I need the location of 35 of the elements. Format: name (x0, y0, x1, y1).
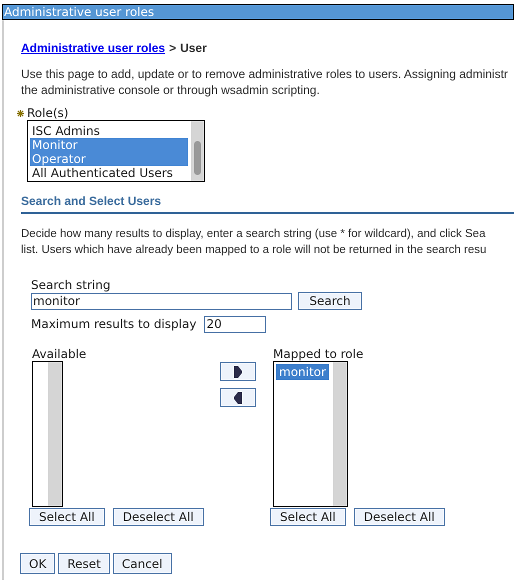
role-option[interactable]: Operator (30, 152, 188, 166)
roles-label: Role(s) (27, 106, 68, 120)
action-button[interactable]: OK (20, 553, 56, 574)
role-option[interactable]: All Authenticated Users (30, 166, 188, 180)
window-title: Administrative user roles (2, 4, 514, 20)
list-box[interactable] (32, 361, 63, 507)
list-button[interactable]: Deselect All (354, 508, 445, 526)
available-label: Available (32, 347, 88, 361)
list-box[interactable]: monitor (273, 361, 348, 507)
section-header: Search and Select Users (21, 194, 514, 214)
list-item[interactable]: monitor (276, 364, 329, 380)
left-arrow-icon (233, 390, 243, 404)
list-button[interactable]: Select All (29, 508, 105, 526)
breadcrumb-link[interactable]: Administrative user roles (21, 39, 166, 57)
list-button[interactable]: Deselect All (112, 508, 204, 526)
search-field[interactable]: monitor (31, 292, 292, 310)
mapped-label: Mapped to role (273, 347, 364, 361)
right-arrow-icon (233, 364, 243, 378)
action-button[interactable]: Cancel (112, 553, 172, 574)
search-button[interactable]: Search (298, 292, 362, 310)
role-option[interactable]: ISC Admins (30, 124, 188, 138)
max-results-field[interactable]: 20 (204, 316, 266, 332)
section-description: Decide how many results to display, enter a search string (use * for wildcard), and click Sea list. Users which have already been mapped to a role will not be returned in the search resu (21, 227, 488, 258)
scrollbar-thumb[interactable] (194, 141, 201, 175)
add-button[interactable] (220, 362, 256, 381)
role-option[interactable]: Monitor (30, 138, 188, 152)
action-button[interactable]: Reset (58, 553, 110, 574)
max-results-label: Maximum results to display (31, 316, 196, 333)
roles-list-box[interactable]: ISC Admins Monitor Operator All Authenticated Users (27, 120, 205, 182)
list-button[interactable]: Select All (270, 508, 346, 526)
search-label: Search string (31, 278, 112, 292)
remove-button[interactable] (220, 388, 256, 407)
page-description: Use this page to add, update or to remove administrative roles to users. Assigning administr the administrative console or through wsadmin scripting. (21, 66, 509, 98)
breadcrumb-current: User (180, 40, 207, 57)
breadcrumb-separator: > (169, 40, 176, 57)
